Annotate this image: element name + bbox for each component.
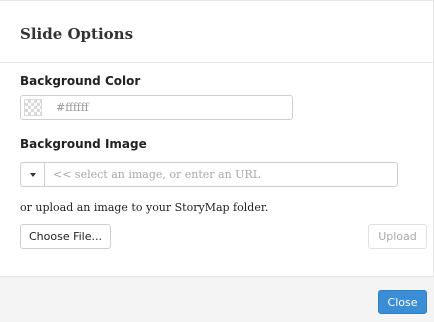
background-image-label: Background Image bbox=[20, 137, 147, 151]
slide-options-dialog: Slide Options Background Color #ffffff B… bbox=[0, 0, 434, 322]
background-color-picker[interactable]: #ffffff bbox=[20, 95, 293, 120]
upload-instruction-text: or upload an image to your StoryMap fold… bbox=[20, 201, 269, 214]
color-swatch-icon[interactable] bbox=[24, 99, 42, 116]
dialog-title: Slide Options bbox=[20, 25, 134, 43]
image-dropdown-button[interactable] bbox=[20, 162, 45, 187]
caret-down-icon bbox=[30, 173, 36, 177]
dialog-footer: Close bbox=[0, 276, 434, 322]
close-button[interactable]: Close bbox=[378, 290, 427, 314]
upload-button[interactable]: Upload bbox=[368, 224, 427, 249]
dialog-header: Slide Options bbox=[0, 1, 434, 63]
image-url-input[interactable] bbox=[45, 162, 398, 187]
choose-file-button[interactable]: Choose File... bbox=[20, 224, 111, 249]
background-color-value: #ffffff bbox=[56, 101, 89, 114]
background-color-label: Background Color bbox=[20, 74, 141, 88]
